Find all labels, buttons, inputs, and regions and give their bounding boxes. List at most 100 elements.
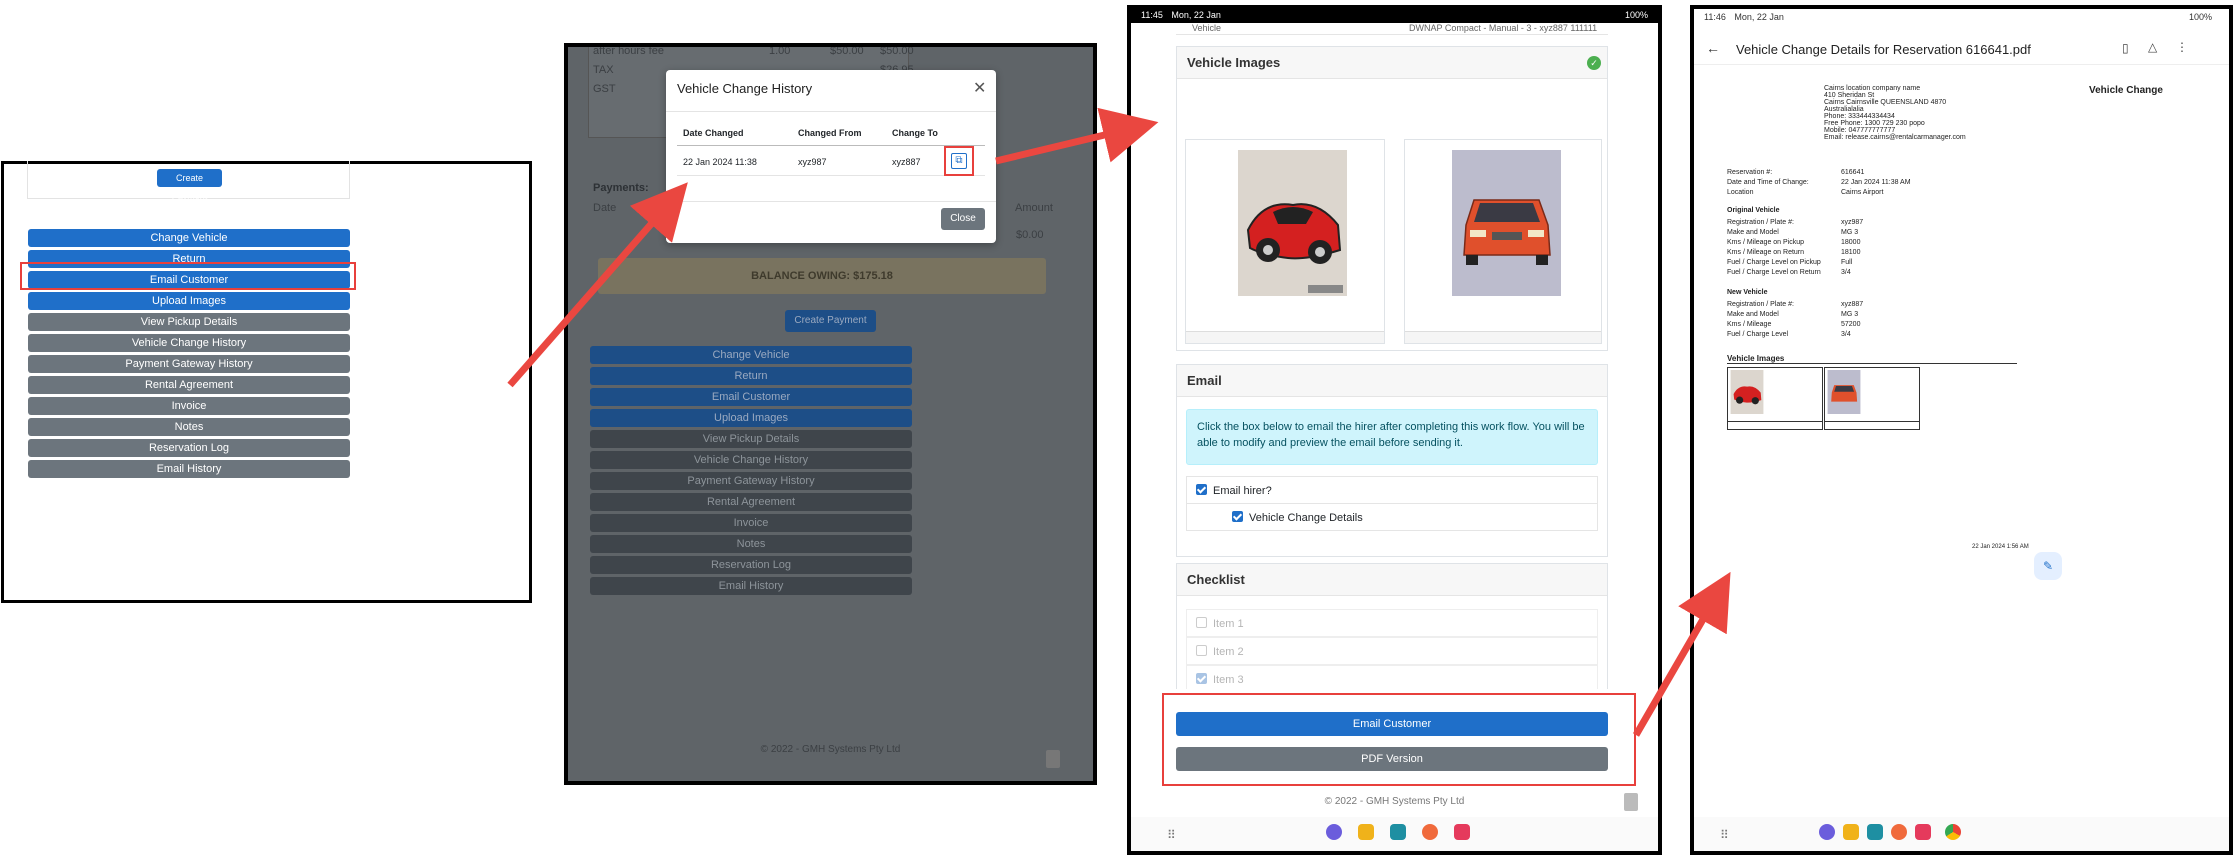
action-button[interactable]: Rental Agreement <box>28 376 350 394</box>
new-vehicle-title: New Vehicle <box>1727 289 1768 296</box>
email-hirer-option[interactable]: Email hirer? <box>1186 476 1598 504</box>
document-info-icon[interactable]: ▯ <box>2122 41 2129 55</box>
app-icon-files[interactable] <box>1843 824 1859 840</box>
edit-pen-icon[interactable]: ✎ <box>2034 552 2062 580</box>
create-payment-button[interactable]: Create Payment <box>785 310 876 332</box>
date-column-header: Date <box>593 202 617 214</box>
footer-copyright: © 2022 - GMH Systems Pty Ltd <box>760 744 901 755</box>
action-button[interactable]: Invoice <box>590 514 912 532</box>
vehicle-change-details-checkbox[interactable] <box>1232 511 1243 522</box>
app-drawer-icon[interactable]: ⠿ <box>1720 828 1729 842</box>
more-options-icon[interactable]: ⋮ <box>2176 40 2188 54</box>
payments-label: Payments: <box>593 182 649 194</box>
company-line: Cairns location company name <box>1824 85 1921 92</box>
row-change-to: xyz887 <box>892 157 921 167</box>
detail-value: 22 Jan 2024 11:38 AM <box>1841 179 1911 186</box>
detail-value: 616641 <box>1841 169 1865 176</box>
action-button[interactable]: Payment Gateway History <box>28 355 350 373</box>
create-payment-button[interactable]: Create Payment <box>157 169 222 201</box>
pdf-page <box>1694 64 2229 814</box>
battery-level: 100% <box>1624 10 1648 20</box>
action-button[interactable]: Change Vehicle <box>590 346 912 364</box>
back-arrow-icon[interactable]: ← <box>1706 40 1720 56</box>
checklist-item[interactable]: Item 1 <box>1186 609 1598 637</box>
pdf-heading: Vehicle Change <box>2089 85 2163 96</box>
fee-total: $50.00 <box>880 45 914 57</box>
action-button[interactable]: Return <box>590 367 912 385</box>
app-icon-camera[interactable] <box>1915 824 1931 840</box>
action-button[interactable]: Upload Images <box>590 409 912 427</box>
pdf-images-title: Vehicle Images <box>1727 354 1785 363</box>
detail-value: MG 3 <box>1841 229 1859 236</box>
modal-title: Vehicle Change History <box>677 81 813 96</box>
action-button[interactable]: Email History <box>590 577 912 595</box>
detail-label: Registration / Plate #: <box>1727 301 1794 308</box>
action-button[interactable]: Payment Gateway History <box>590 472 912 490</box>
amount-value: $0.00 <box>1016 229 1044 241</box>
action-button[interactable]: Invoice <box>28 397 350 415</box>
app-icon-chrome[interactable] <box>1945 824 1961 840</box>
checklist-checkbox[interactable] <box>1196 645 1207 656</box>
app-icon-contacts[interactable] <box>1422 824 1438 840</box>
app-icon-camera[interactable] <box>1454 824 1470 840</box>
vehicle-change-history-modal: Vehicle Change History ✕ Date Changed Ch… <box>666 70 996 243</box>
highlight-box <box>944 146 974 176</box>
close-icon[interactable]: ✕ <box>973 78 986 98</box>
action-button[interactable]: View Pickup Details <box>590 430 912 448</box>
company-line: Mobile: 047777777777 <box>1824 127 1896 134</box>
original-vehicle-title: Original Vehicle <box>1727 207 1780 214</box>
status-date: Mon, 22 Jan <box>1734 12 1784 22</box>
checklist-checkbox[interactable] <box>1196 673 1207 684</box>
image-card-footer <box>1405 331 1601 343</box>
header-date-changed: Date Changed <box>683 128 744 138</box>
app-icon-browser[interactable] <box>1326 824 1342 840</box>
checklist-checkbox[interactable] <box>1196 617 1207 628</box>
app-icon-contacts[interactable] <box>1891 824 1907 840</box>
action-button[interactable]: Email Customer <box>590 388 912 406</box>
orange-sedan-photo <box>1452 150 1561 296</box>
app-icon-calendar[interactable] <box>1867 824 1883 840</box>
action-button[interactable]: Reservation Log <box>28 439 350 457</box>
pdf-image-cell <box>1824 367 1920 422</box>
email-hirer-checkbox[interactable] <box>1196 484 1207 495</box>
checklist-item[interactable]: Item 2 <box>1186 637 1598 665</box>
detail-label: Date and Time of Change: <box>1727 179 1809 186</box>
close-button[interactable]: Close <box>941 208 985 230</box>
image-card-footer <box>1186 331 1384 343</box>
action-button[interactable]: Notes <box>28 418 350 436</box>
detail-label: Registration / Plate #: <box>1727 219 1794 226</box>
panel-pdf-viewer: 11:46 Mon, 22 Jan 100% ← Vehicle Change … <box>1690 5 2233 855</box>
orange-sedan-thumbnail <box>1827 370 1861 414</box>
action-button[interactable]: Change Vehicle <box>28 229 350 247</box>
scroll-top-button[interactable] <box>1046 750 1060 768</box>
detail-label: Fuel / Charge Level <box>1727 331 1789 338</box>
status-time: 11:46 <box>1704 12 1726 22</box>
fee-label: after hours fee <box>593 45 664 57</box>
vehicle-change-details-option[interactable]: Vehicle Change Details <box>1186 503 1598 531</box>
action-button[interactable]: View Pickup Details <box>28 313 350 331</box>
balance-owing-banner: BALANCE OWING: $175.18 <box>598 258 1046 294</box>
row-date-changed: 22 Jan 2024 11:38 <box>683 157 757 167</box>
app-icon-browser[interactable] <box>1819 824 1835 840</box>
action-button[interactable]: Rental Agreement <box>590 493 912 511</box>
detail-label: Fuel / Charge Level on Return <box>1727 269 1821 276</box>
action-button[interactable]: Upload Images <box>28 292 350 310</box>
vehicle-images-title: Vehicle Images <box>1177 47 1607 79</box>
checklist-item-label: Item 2 <box>1213 646 1244 658</box>
scroll-top-button[interactable] <box>1624 793 1638 811</box>
action-button[interactable]: Reservation Log <box>590 556 912 574</box>
detail-label: Make and Model <box>1727 229 1779 236</box>
fee-label: TAX <box>593 64 614 76</box>
app-drawer-icon[interactable]: ⠿ <box>1167 828 1176 842</box>
app-icon-files[interactable] <box>1358 824 1374 840</box>
vehicle-change-details-label: Vehicle Change Details <box>1249 512 1363 524</box>
app-icon-calendar[interactable] <box>1390 824 1406 840</box>
action-button[interactable]: Email History <box>28 460 350 478</box>
fee-label: GST <box>593 83 616 95</box>
action-button[interactable]: Vehicle Change History <box>590 451 912 469</box>
detail-value: 57200 <box>1841 321 1861 328</box>
action-button[interactable]: Vehicle Change History <box>28 334 350 352</box>
action-button[interactable]: Notes <box>590 535 912 553</box>
drive-upload-icon[interactable]: △ <box>2148 40 2157 54</box>
status-time: 11:45 <box>1141 10 1163 20</box>
